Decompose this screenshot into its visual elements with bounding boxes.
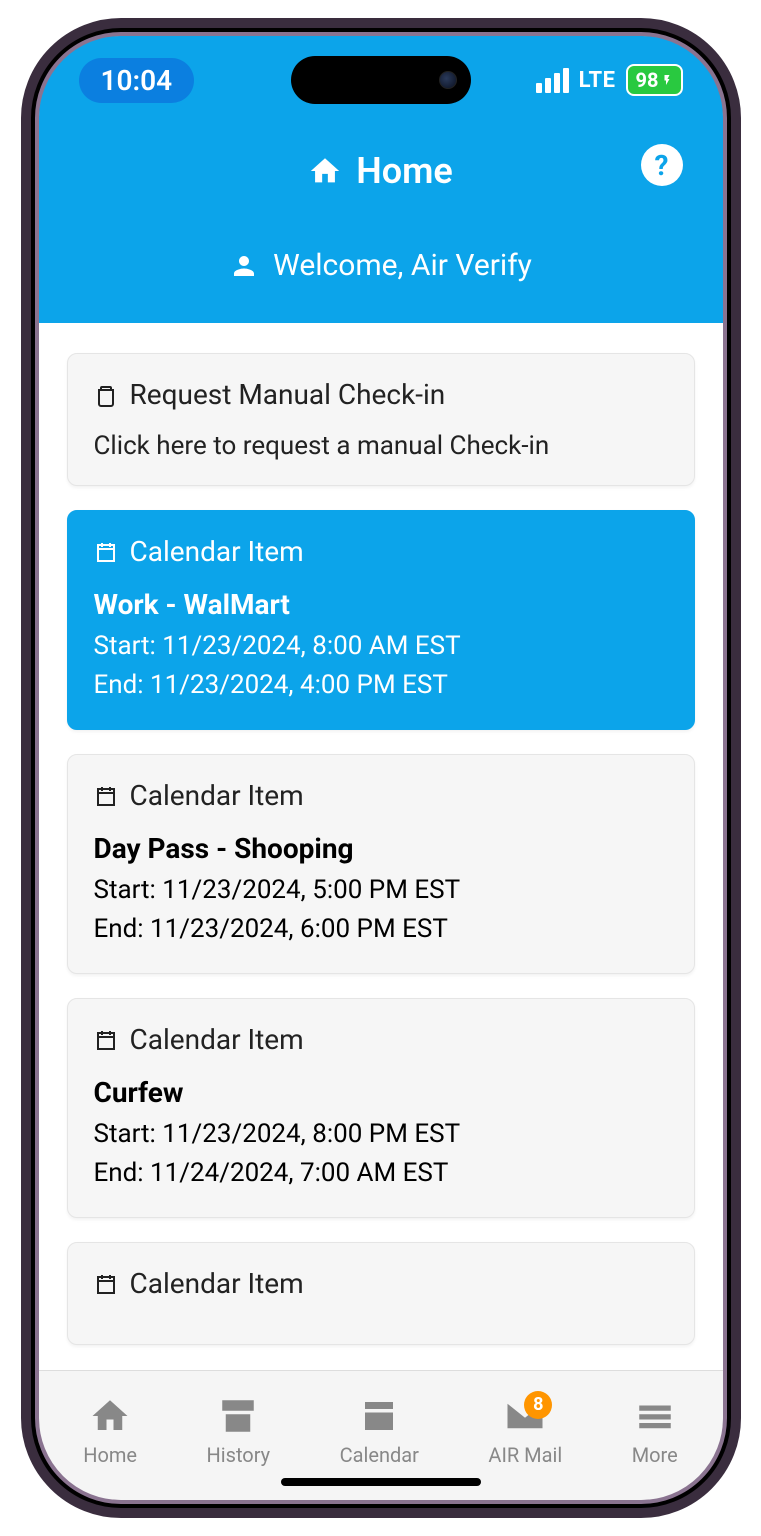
calendar-icon: [94, 1272, 118, 1296]
tab-history[interactable]: History: [207, 1395, 271, 1467]
calendar-item-start: 11/23/2024, 8:00 AM EST: [162, 631, 460, 661]
user-icon: [229, 251, 259, 281]
calendar-item-card[interactable]: Calendar Item: [67, 1242, 695, 1345]
tab-more[interactable]: More: [632, 1395, 678, 1467]
tab-label: More: [632, 1443, 678, 1467]
home-icon: [89, 1395, 131, 1437]
camera: [439, 71, 457, 89]
calendar-item-title: Work - WalMart: [94, 588, 668, 621]
calendar-icon: [358, 1395, 400, 1437]
tab-calendar[interactable]: Calendar: [340, 1395, 419, 1467]
checkin-title: Request Manual Check-in: [130, 378, 446, 411]
tab-label: Calendar: [340, 1443, 419, 1467]
battery-indicator: 98: [626, 64, 683, 96]
request-checkin-card[interactable]: Request Manual Check-in Click here to re…: [67, 353, 695, 486]
phone-frame: 10:04 LTE 98 Home ?: [21, 18, 741, 1518]
page-title-text: Home: [356, 150, 453, 192]
calendar-item-label: Calendar Item: [130, 779, 304, 812]
calendar-item-start: 11/23/2024, 5:00 PM EST: [162, 875, 460, 905]
help-button[interactable]: ?: [641, 144, 683, 186]
calendar-item-end: 11/23/2024, 4:00 PM EST: [150, 670, 448, 700]
tab-label: History: [207, 1443, 271, 1467]
calendar-icon: [94, 784, 118, 808]
calendar-item-end: 11/24/2024, 7:00 AM EST: [150, 1158, 448, 1188]
calendar-item-title: Curfew: [94, 1076, 668, 1109]
tab-label: Home: [83, 1443, 137, 1467]
battery-level: 98: [636, 68, 659, 92]
calendar-item-title: Day Pass - Shooping: [94, 832, 668, 865]
screen: 10:04 LTE 98 Home ?: [39, 36, 723, 1500]
tab-mail[interactable]: 8 AIR Mail: [488, 1395, 562, 1467]
mail-badge: 8: [524, 1391, 552, 1419]
welcome-row: Welcome, Air Verify: [59, 248, 703, 283]
home-icon: [308, 154, 342, 188]
calendar-item-label: Calendar Item: [130, 1267, 304, 1300]
page-title: Home: [308, 150, 453, 192]
tab-label: AIR Mail: [488, 1443, 562, 1467]
calendar-item-card[interactable]: Calendar Item Curfew Start: 11/23/2024, …: [67, 998, 695, 1218]
archive-icon: [217, 1395, 259, 1437]
checkin-subtitle: Click here to request a manual Check-in: [94, 431, 668, 461]
bolt-icon: [661, 72, 673, 88]
calendar-item-label: Calendar Item: [130, 1023, 304, 1056]
calendar-icon: [94, 540, 118, 564]
calendar-item-card[interactable]: Calendar Item Work - WalMart Start: 11/2…: [67, 510, 695, 730]
home-indicator[interactable]: [281, 1478, 481, 1486]
welcome-text: Welcome, Air Verify: [273, 248, 532, 283]
status-time: 10:04: [79, 58, 195, 103]
calendar-icon: [94, 1028, 118, 1052]
notch: [291, 56, 471, 104]
clipboard-icon: [94, 381, 118, 409]
network-label: LTE: [579, 68, 616, 93]
content-area[interactable]: Request Manual Check-in Click here to re…: [39, 323, 723, 1370]
calendar-item-end: 11/23/2024, 6:00 PM EST: [150, 914, 448, 944]
app-header: Home ? Welcome, Air Verify: [39, 124, 723, 323]
calendar-item-label: Calendar Item: [130, 535, 304, 568]
tab-home[interactable]: Home: [83, 1395, 137, 1467]
signal-icon: [536, 68, 569, 93]
calendar-item-card[interactable]: Calendar Item Day Pass - Shooping Start:…: [67, 754, 695, 974]
menu-icon: [634, 1395, 676, 1437]
calendar-item-start: 11/23/2024, 8:00 PM EST: [162, 1119, 460, 1149]
